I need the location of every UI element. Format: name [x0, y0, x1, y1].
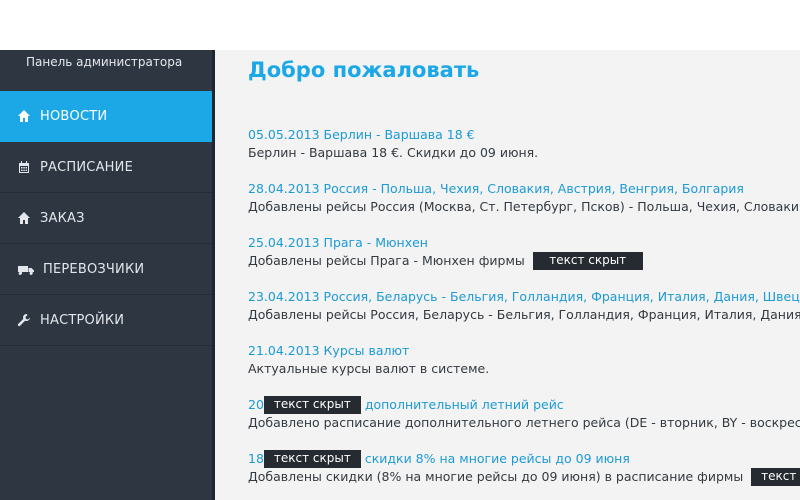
- news-item: 28.04.2013 Россия - Польша, Чехия, Слова…: [248, 180, 800, 234]
- sidebar-item-settings[interactable]: Настройки: [0, 295, 212, 346]
- wrench-icon: [17, 313, 31, 327]
- news-title-date: 20: [248, 397, 264, 412]
- news-description: Добавлены рейсы Прага - Мюнхен фирмы тек…: [248, 252, 800, 270]
- redacted-text: текст скрыт: [263, 450, 361, 468]
- sidebar-item-label: Настройки: [40, 312, 125, 328]
- redacted-text: текст скрыт: [751, 468, 800, 486]
- news-title-link[interactable]: 21.04.2013 Курсы валют: [248, 342, 800, 360]
- sidebar-item-schedule[interactable]: Расписание: [0, 142, 212, 193]
- top-bar: [0, 0, 800, 50]
- sidebar: Панель администратора Новости Расписание…: [0, 50, 212, 500]
- news-title-text: дополнительный летний рейс: [364, 397, 564, 412]
- news-title-text: скидки 8% на многие рейсы до 09 июня: [364, 451, 630, 466]
- news-title-link[interactable]: 28.04.2013 Россия - Польша, Чехия, Слова…: [248, 180, 800, 198]
- page-title: Добро пожаловать: [248, 58, 480, 82]
- home-icon: [17, 211, 31, 225]
- sidebar-item-order[interactable]: Заказ: [0, 193, 212, 244]
- news-item: 20 текст скрыт дополнительный летний рейс…: [248, 396, 800, 450]
- news-item: 21.04.2013 Курсы валют Актуальные курсы …: [248, 342, 800, 396]
- sidebar-item-news[interactable]: Новости: [0, 91, 212, 142]
- sidebar-item-label: Перевозчики: [43, 261, 145, 277]
- redacted-text: текст скрыт: [532, 252, 643, 270]
- calendar-icon: [17, 160, 31, 174]
- news-title-link[interactable]: 05.05.2013 Берлин - Варшава 18 €: [248, 126, 800, 144]
- main-content: Добро пожаловать 05.05.2013 Берлин - Вар…: [215, 50, 800, 500]
- news-description: Добавлены скидки (8% на многие рейсы до …: [248, 468, 800, 486]
- news-item: 23.04.2013 Россия, Беларусь - Бельгия, Г…: [248, 288, 800, 342]
- sidebar-item-label: Новости: [40, 108, 108, 124]
- news-list: 05.05.2013 Берлин - Варшава 18 € Берлин …: [248, 126, 800, 500]
- news-description: Добавлены рейсы Россия, Беларусь - Бельг…: [248, 307, 800, 322]
- sidebar-item-label: Расписание: [40, 159, 133, 175]
- news-title-link[interactable]: 23.04.2013 Россия, Беларусь - Бельгия, Г…: [248, 288, 800, 306]
- news-title-link[interactable]: 25.04.2013 Прага - Мюнхен: [248, 234, 800, 252]
- news-item: 05.05.2013 Берлин - Варшава 18 € Берлин …: [248, 126, 800, 180]
- news-description-text: Добавлены рейсы Прага - Мюнхен фирмы: [248, 253, 525, 268]
- news-title-link[interactable]: 18 текст скрыт скидки 8% на многие рейсы …: [248, 450, 800, 468]
- news-description-text: Добавлены скидки (8% на многие рейсы до …: [248, 469, 744, 484]
- news-item: 18 текст скрыт скидки 8% на многие рейсы …: [248, 450, 800, 500]
- truck-icon: [17, 262, 35, 276]
- news-title-date: 18: [248, 451, 264, 466]
- sidebar-item-carriers[interactable]: Перевозчики: [0, 244, 212, 295]
- news-title-link[interactable]: 20 текст скрыт дополнительный летний рейс: [248, 396, 800, 414]
- news-item: 25.04.2013 Прага - Мюнхен Добавлены рейс…: [248, 234, 800, 288]
- news-description: Добавлено расписание дополнительного лет…: [248, 415, 800, 430]
- news-description: Актуальные курсы валют в системе.: [248, 361, 490, 376]
- home-icon: [17, 109, 31, 123]
- news-description: Добавлены рейсы Россия (Москва, Ст. Пете…: [248, 199, 800, 214]
- news-description: Берлин - Варшава 18 €. Скидки до 09 июня…: [248, 145, 539, 160]
- sidebar-item-label: Заказ: [40, 210, 85, 226]
- sidebar-header: Панель администратора: [26, 55, 183, 69]
- redacted-text: текст скрыт: [263, 396, 361, 414]
